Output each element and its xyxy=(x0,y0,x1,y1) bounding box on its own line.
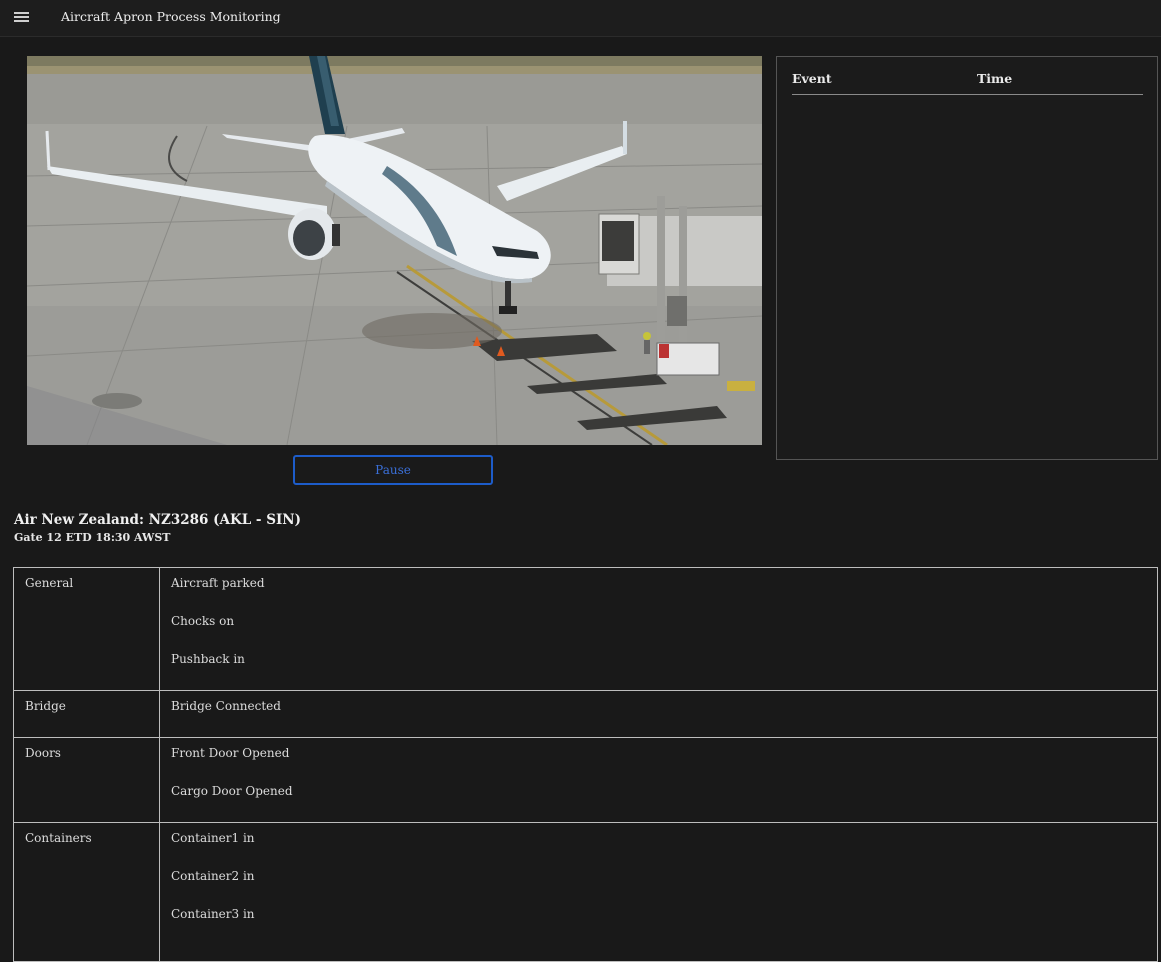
status-items: Container1 in Container2 in Container3 i… xyxy=(159,822,1158,962)
process-status-table: General Aircraft parked Chocks on Pushba… xyxy=(13,567,1158,962)
pause-button[interactable]: Pause xyxy=(293,455,493,485)
status-item: Container2 in xyxy=(171,869,255,883)
event-log-panel: Event Time xyxy=(776,56,1158,460)
status-row-containers: Containers Container1 in Container2 in C… xyxy=(13,822,1158,962)
status-row-doors: Doors Front Door Opened Cargo Door Opene… xyxy=(13,737,1158,823)
status-item: Pushback in xyxy=(171,652,245,666)
status-category: General xyxy=(13,567,160,691)
time-column-header[interactable]: Time xyxy=(977,71,1012,86)
camera-feed xyxy=(27,56,762,445)
status-category: Containers xyxy=(13,822,160,962)
status-items: Front Door Opened Cargo Door Opened xyxy=(159,737,1158,823)
status-category: Doors xyxy=(13,737,160,823)
status-category: Bridge xyxy=(13,690,160,738)
status-row-general: General Aircraft parked Chocks on Pushba… xyxy=(13,567,1158,691)
status-items: Bridge Connected xyxy=(159,690,1158,738)
app-title: Aircraft Apron Process Monitoring xyxy=(61,9,281,24)
status-item: Cargo Door Opened xyxy=(171,784,293,798)
status-item: Bridge Connected xyxy=(171,699,281,713)
status-item: Aircraft parked xyxy=(171,576,265,590)
flight-title: Air New Zealand: NZ3286 (AKL - SIN) xyxy=(14,512,302,528)
status-item: Container1 in xyxy=(171,831,255,845)
event-log-header: Event Time xyxy=(792,70,1143,95)
status-item: Front Door Opened xyxy=(171,746,290,760)
status-item: Container3 in xyxy=(171,907,255,921)
event-column-header[interactable]: Event xyxy=(792,71,832,86)
apron-camera-image xyxy=(27,56,762,445)
status-items: Aircraft parked Chocks on Pushback in xyxy=(159,567,1158,691)
hamburger-menu-icon[interactable] xyxy=(14,12,29,24)
status-row-bridge: Bridge Bridge Connected xyxy=(13,690,1158,738)
flight-gate-info: Gate 12 ETD 18:30 AWST xyxy=(14,531,171,544)
app-bar: Aircraft Apron Process Monitoring xyxy=(0,0,1161,37)
status-item: Chocks on xyxy=(171,614,235,628)
